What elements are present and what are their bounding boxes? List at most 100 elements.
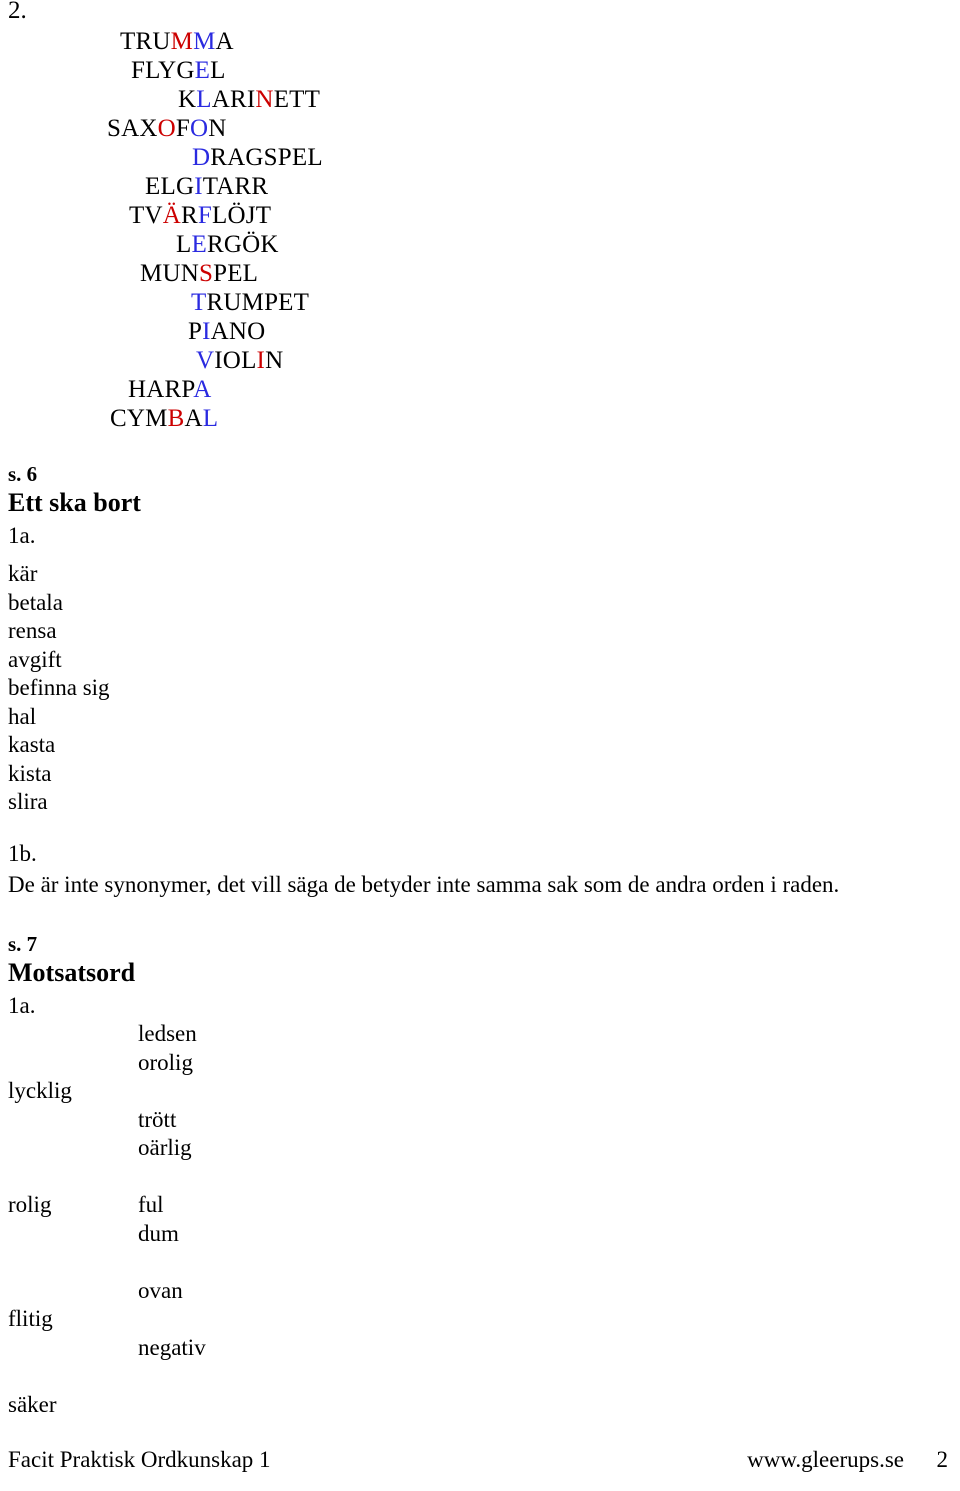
letter: G: [175, 173, 195, 200]
letter: L: [210, 57, 226, 84]
letter: X: [139, 115, 158, 142]
highlighted-letter: L: [202, 405, 219, 432]
highlighted-letter: O: [157, 115, 176, 142]
highlighted-letter: A: [193, 376, 212, 403]
instrument-word-text: VIOLIN: [196, 346, 283, 375]
section-page-ref-s7: s. 7: [8, 932, 38, 956]
letter: O: [247, 318, 266, 345]
letter: T: [202, 173, 217, 200]
letter: L: [176, 231, 192, 258]
motsatsord-answer-word: orolig: [138, 1049, 193, 1075]
letter: M: [241, 289, 265, 316]
instrument-word-list: TRUMMA FLYGEL KLARINETT SAXOFON DRAGSPEL ELGI…: [0, 27, 420, 433]
letter: N: [228, 318, 248, 345]
motsatsord-answer-word: ledsen: [138, 1021, 197, 1046]
answer-word: befinna sig: [8, 675, 110, 700]
letter: R: [164, 376, 182, 403]
motsatsord-left-column: lycklig rolig flitig säker: [8, 1020, 138, 1419]
footer-url: www.gleerups.se: [747, 1447, 904, 1472]
letter: Y: [126, 405, 146, 432]
highlighted-letter: E: [194, 57, 211, 84]
letter: Ö: [242, 231, 261, 258]
letter: M: [140, 260, 163, 287]
instrument-word: PIANO: [0, 317, 420, 346]
highlighted-letter: Ä: [162, 202, 182, 229]
instrument-word: MUNSPEL: [0, 259, 420, 288]
letter: A: [227, 144, 246, 171]
instrument-word-text: TRUMPET: [191, 288, 309, 317]
page-footer: Facit Praktisk Ordkunskap 1 www.gleerups…: [0, 1446, 960, 1476]
motsatsord-cue-word: flitig: [8, 1306, 53, 1331]
letter: A: [121, 115, 140, 142]
letter: P: [213, 260, 228, 287]
letter: R: [206, 231, 224, 258]
letter: R: [210, 144, 228, 171]
motsatsord-cue-word: säker: [8, 1391, 57, 1417]
letter: C: [110, 405, 127, 432]
motsatsord-answer-word: negativ: [138, 1334, 206, 1360]
letter: M: [145, 405, 168, 432]
letter: R: [251, 173, 269, 200]
instrument-word: TRUMMA: [0, 27, 420, 56]
item-label-s6-1b: 1b.: [8, 841, 37, 866]
instrument-word: SAXOFON: [0, 114, 420, 143]
motsatsord-pairs: lycklig rolig flitig säker ledsen orolig tröt…: [0, 1020, 400, 1417]
highlighted-letter: E: [191, 231, 207, 258]
letter: T: [120, 28, 136, 55]
letter: T: [293, 289, 310, 316]
highlighted-letter: I: [256, 347, 266, 374]
letter: H: [128, 376, 147, 403]
letter: K: [260, 231, 279, 258]
answer-word: betala: [8, 589, 63, 615]
item-label-s6-1a: 1a.: [8, 523, 36, 548]
letter: A: [184, 405, 203, 432]
letter: O: [222, 347, 242, 374]
instrument-word: VIOLIN: [0, 346, 420, 375]
answer-word: avgift: [8, 646, 62, 672]
letter: L: [241, 347, 257, 374]
letter: L: [212, 202, 228, 229]
letter: R: [181, 202, 198, 229]
letter: E: [273, 86, 290, 113]
instrument-word-text: SAXOFON: [107, 114, 227, 143]
letter: L: [160, 173, 176, 200]
letter: A: [215, 28, 234, 55]
item-label-s7-1a: 1a.: [8, 993, 36, 1018]
highlighted-letter: B: [167, 405, 185, 432]
answer-word: slira: [8, 789, 48, 814]
letter: J: [245, 202, 256, 229]
instrument-word: ELGITARR: [0, 172, 420, 201]
motsatsord-answer-word: trött: [138, 1106, 177, 1132]
answer-word: kasta: [8, 732, 56, 757]
motsatsord-answer-word: ful: [138, 1192, 164, 1217]
letter: T: [289, 86, 305, 113]
letter: L: [145, 57, 159, 84]
section-page-ref-s6: s. 6: [8, 462, 38, 486]
letter: A: [211, 86, 231, 113]
exercise-number: 2.: [8, 0, 27, 24]
letter: V: [144, 202, 163, 229]
letter: S: [107, 115, 122, 142]
letter: A: [146, 376, 165, 403]
instrument-word-text: TVÄRFLÖJT: [129, 201, 271, 230]
instrument-word: DRAGSPEL: [0, 143, 420, 172]
letter: P: [188, 318, 203, 345]
motsatsord-cue-word: lycklig: [8, 1078, 72, 1103]
instrument-word-text: KLARINETT: [178, 85, 320, 114]
document-page: 2. TRUMMA FLYGEL KLARINETT SAXOFON DRAGSPEL E…: [0, 0, 960, 1491]
letter: E: [291, 144, 308, 171]
highlighted-letter: S: [198, 260, 214, 287]
highlighted-letter: F: [197, 202, 212, 229]
letter: L: [242, 260, 259, 287]
answer-word: kär: [8, 561, 38, 586]
